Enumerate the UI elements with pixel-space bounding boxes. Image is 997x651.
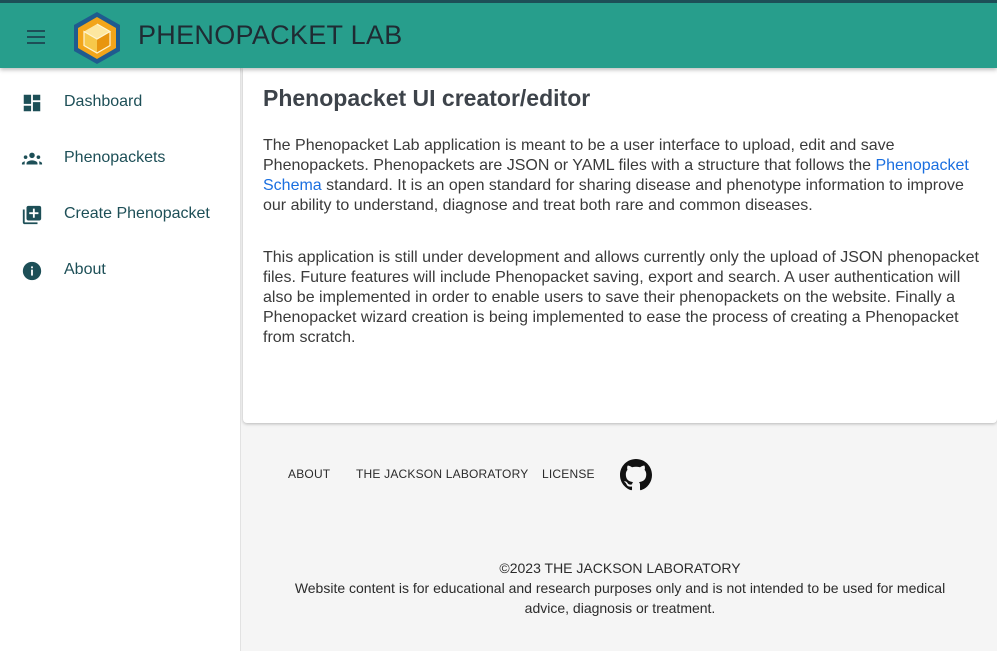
sidebar-item-dashboard[interactable]: Dashboard [0,79,240,127]
sidebar-item-label: Create Phenopacket [64,205,210,222]
sidebar: Dashboard Phenopackets Create Phenopacke… [0,68,241,651]
sidebar-item-label: Phenopackets [64,149,166,166]
footer-disclaimer: Website content is for educational and r… [294,580,946,616]
app-logo-icon [74,12,120,64]
intro-paragraph: The Phenopacket Lab application is meant… [263,136,983,216]
info-icon [22,261,42,281]
app-title[interactable]: PHENOPACKET LAB [138,20,403,51]
intro-text-start: The Phenopacket Lab application is meant… [263,137,895,174]
footer-link-about[interactable]: ABOUT [288,467,330,481]
groups-icon [21,152,43,165]
sidebar-item-label: About [64,261,106,278]
main-card: Phenopacket UI creator/editor The Phenop… [243,68,997,423]
library-add-icon [22,205,42,225]
footer-link-license[interactable]: LICENSE [542,467,595,481]
footer-copyright: ©2023 THE JACKSON LABORATORY [499,560,741,576]
page-title: Phenopacket UI creator/editor [263,85,591,111]
sidebar-item-about[interactable]: About [0,247,240,295]
sidebar-item-phenopackets[interactable]: Phenopackets [0,135,240,183]
sidebar-item-label: Dashboard [64,93,143,110]
sidebar-item-create-phenopacket[interactable]: Create Phenopacket [0,191,240,239]
development-paragraph: This application is still under developm… [263,249,979,346]
menu-icon[interactable] [22,25,50,49]
footer-links: ABOUT THE JACKSON LABORATORY LICENSE [243,458,997,492]
github-icon[interactable] [620,459,652,491]
dashboard-icon [23,94,41,112]
app-toolbar: PHENOPACKET LAB [0,0,997,68]
footer-link-jackson-laboratory[interactable]: THE JACKSON LABORATORY [356,467,528,481]
intro-text-end: standard. It is an open standard for sha… [263,177,964,214]
